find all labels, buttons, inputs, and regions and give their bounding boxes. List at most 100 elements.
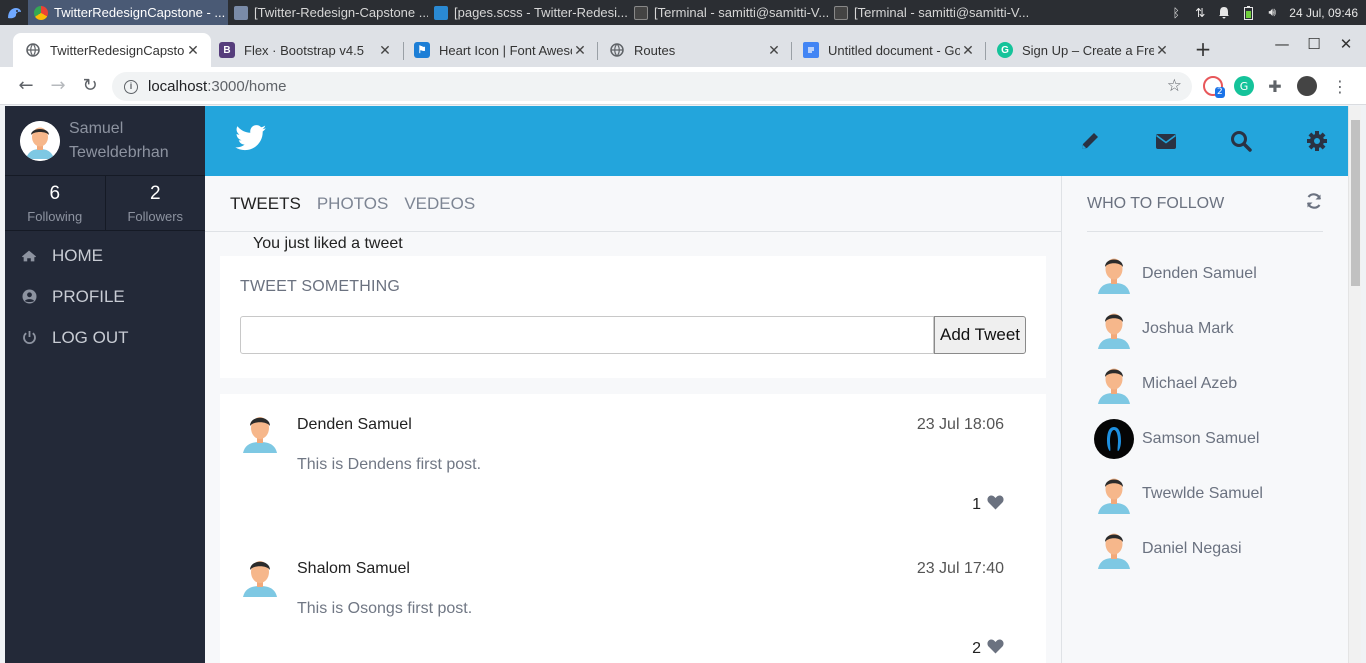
follow-suggestion[interactable]: Twewlde Samuel (1062, 466, 1348, 521)
sidebar-item-logout[interactable]: LOG OUT (5, 317, 205, 358)
tab-videos[interactable]: VEDEOS (404, 194, 475, 214)
follow-name: Daniel Negasi (1142, 539, 1242, 557)
close-tab-icon[interactable]: ✕ (766, 42, 782, 59)
clock[interactable]: 24 Jul, 09:46 (1289, 6, 1358, 20)
taskbar-item-chrome[interactable]: TwitterRedesignCapstone - ... (28, 0, 228, 25)
browser-tab-bootstrap[interactable]: B Flex · Bootstrap v4.5 ✕ (207, 33, 403, 67)
sidebar-item-profile[interactable]: PROFILE (5, 276, 205, 317)
address-bar[interactable]: i localhost:3000/home ☆ (112, 72, 1192, 101)
avatar[interactable] (242, 556, 278, 598)
tweet-card: Denden Samuel 23 Jul 18:06 This is Dende… (220, 394, 1046, 538)
tweet-author[interactable]: Denden Samuel (297, 416, 412, 434)
avatar[interactable] (242, 412, 278, 454)
composer-title: TWEET SOMETHING (240, 278, 401, 295)
docs-icon (803, 42, 819, 58)
close-tab-icon[interactable]: ✕ (572, 42, 588, 59)
tab-photos[interactable]: PHOTOS (317, 194, 388, 214)
maximize-window-icon[interactable]: ☐ (1304, 35, 1324, 53)
add-tweet-button[interactable]: Add Tweet (934, 316, 1026, 354)
followers-stat[interactable]: 2 Followers (104, 176, 206, 230)
twitter-app: Samuel Teweldebrhan 6 Following 2 Follow… (5, 106, 1361, 663)
notification-bell-icon[interactable] (1217, 6, 1231, 20)
follow-suggestion[interactable]: Michael Azeb (1062, 356, 1348, 411)
browser-tab-fontawesome[interactable]: ⚑ Heart Icon | Font Aweso ✕ (402, 33, 598, 67)
tweet-input[interactable] (240, 316, 934, 354)
refresh-icon[interactable] (1305, 192, 1323, 215)
close-tab-icon[interactable]: ✕ (377, 42, 393, 59)
reload-icon[interactable]: ↻ (79, 75, 101, 97)
taskbar-item-terminal-1[interactable]: [Terminal - samitti@samitti-V... (628, 0, 828, 25)
gear-icon[interactable] (1306, 130, 1328, 152)
flash-notice: You just liked a tweet (253, 235, 403, 252)
taskbar-item-terminal-2[interactable]: [Terminal - samitti@samitti-V... (828, 0, 1028, 25)
puzzle-extensions-icon[interactable]: ✚ (1265, 76, 1285, 96)
heart-icon[interactable] (987, 495, 1004, 515)
close-tab-icon[interactable]: ✕ (185, 42, 201, 59)
scrollbar-thumb[interactable] (1351, 120, 1360, 286)
avatar (1098, 258, 1130, 294)
following-stat[interactable]: 6 Following (5, 176, 105, 230)
minimize-window-icon[interactable]: — (1272, 35, 1292, 53)
search-icon[interactable] (1230, 130, 1252, 152)
volume-icon[interactable]: 🔊︎ (1265, 5, 1279, 20)
taskbar-item-files[interactable]: [Twitter-Redesign-Capstone ... (228, 0, 428, 25)
like-count: 1 (972, 496, 981, 513)
taskbar-item-vscode[interactable]: [pages.scss - Twitter-Redesi... (428, 0, 628, 25)
site-info-icon[interactable]: i (124, 79, 138, 94)
tweet-composer: TWEET SOMETHING Add Tweet (220, 256, 1046, 378)
follow-name: Michael Azeb (1142, 374, 1238, 392)
heart-icon[interactable] (987, 639, 1004, 659)
follow-suggestion[interactable]: Samson Samuel (1062, 411, 1348, 466)
follow-suggestion[interactable]: Denden Samuel (1062, 246, 1348, 301)
browser-tab-routes[interactable]: Routes ✕ (597, 33, 792, 67)
main-feed: TWEETS PHOTOS VEDEOS You just liked a tw… (205, 176, 1061, 663)
follow-suggestion[interactable]: Joshua Mark (1062, 301, 1348, 356)
sidebar: Samuel Teweldebrhan 6 Following 2 Follow… (5, 106, 205, 663)
battery-icon[interactable] (1241, 5, 1255, 20)
sidebar-item-home[interactable]: HOME (5, 235, 205, 276)
back-arrow-icon[interactable]: ← (15, 75, 37, 97)
follow-suggestion[interactable]: Daniel Negasi (1062, 521, 1348, 576)
sidebar-profile[interactable]: Samuel Teweldebrhan (5, 106, 205, 176)
vscode-icon (434, 5, 448, 20)
home-icon (21, 249, 37, 263)
tweet-body: This is Osongs first post. (297, 600, 473, 617)
who-to-follow-panel: WHO TO FOLLOW Denden Samuel Joshua Mark … (1061, 176, 1348, 663)
browser-tab-grammarly[interactable]: G Sign Up – Create a Free ✕ (985, 33, 1180, 67)
user-circle-icon (21, 289, 37, 304)
grammarly-extension-icon[interactable]: G (1234, 76, 1254, 96)
envelope-icon[interactable] (1155, 130, 1177, 152)
os-taskbar: TwitterRedesignCapstone - ... [Twitter-R… (0, 0, 1366, 25)
profile-avatar-icon[interactable] (1297, 76, 1317, 96)
close-tab-icon[interactable]: ✕ (1154, 42, 1170, 59)
tab-tweets[interactable]: TWEETS (230, 194, 301, 214)
bootstrap-icon: B (219, 42, 235, 58)
forward-arrow-icon[interactable]: → (47, 75, 69, 97)
twitter-bird-icon[interactable] (235, 125, 267, 155)
browser-tab-twitter[interactable]: TwitterRedesignCapsto ✕ (13, 33, 211, 67)
close-window-icon[interactable]: ✕ (1336, 35, 1356, 53)
new-tab-button[interactable]: + (1192, 38, 1214, 60)
url-path: :3000/home (207, 78, 287, 95)
page-scrollbar[interactable] (1348, 106, 1361, 663)
avatar (1094, 418, 1134, 459)
browser-tab-docs[interactable]: Untitled document - Go ✕ (791, 33, 986, 67)
network-icon[interactable]: ⇅ (1193, 6, 1207, 20)
like-control[interactable]: 2 (972, 639, 1004, 659)
pencil-icon[interactable] (1079, 130, 1101, 152)
profile-name[interactable]: Samuel Teweldebrhan (69, 117, 169, 165)
bookmark-star-icon[interactable]: ☆ (1167, 76, 1182, 96)
follow-name: Samson Samuel (1142, 429, 1260, 447)
browser-toolbar: ← → ↻ i localhost:3000/home ☆ 2 G ✚ ⋮ (0, 67, 1366, 105)
close-tab-icon[interactable]: ✕ (960, 42, 976, 59)
bluetooth-icon[interactable]: ᛒ (1169, 6, 1183, 20)
extension-icon[interactable]: 2 (1203, 76, 1225, 98)
tweet-author[interactable]: Shalom Samuel (297, 560, 410, 578)
app-menu-icon[interactable] (0, 0, 28, 25)
feed-tabs: TWEETS PHOTOS VEDEOS (205, 176, 1061, 232)
chrome-icon (34, 5, 48, 20)
kebab-menu-icon[interactable]: ⋮ (1330, 76, 1350, 96)
who-to-follow-header: WHO TO FOLLOW (1087, 176, 1323, 232)
like-control[interactable]: 1 (972, 495, 1004, 515)
avatar[interactable] (20, 120, 60, 161)
